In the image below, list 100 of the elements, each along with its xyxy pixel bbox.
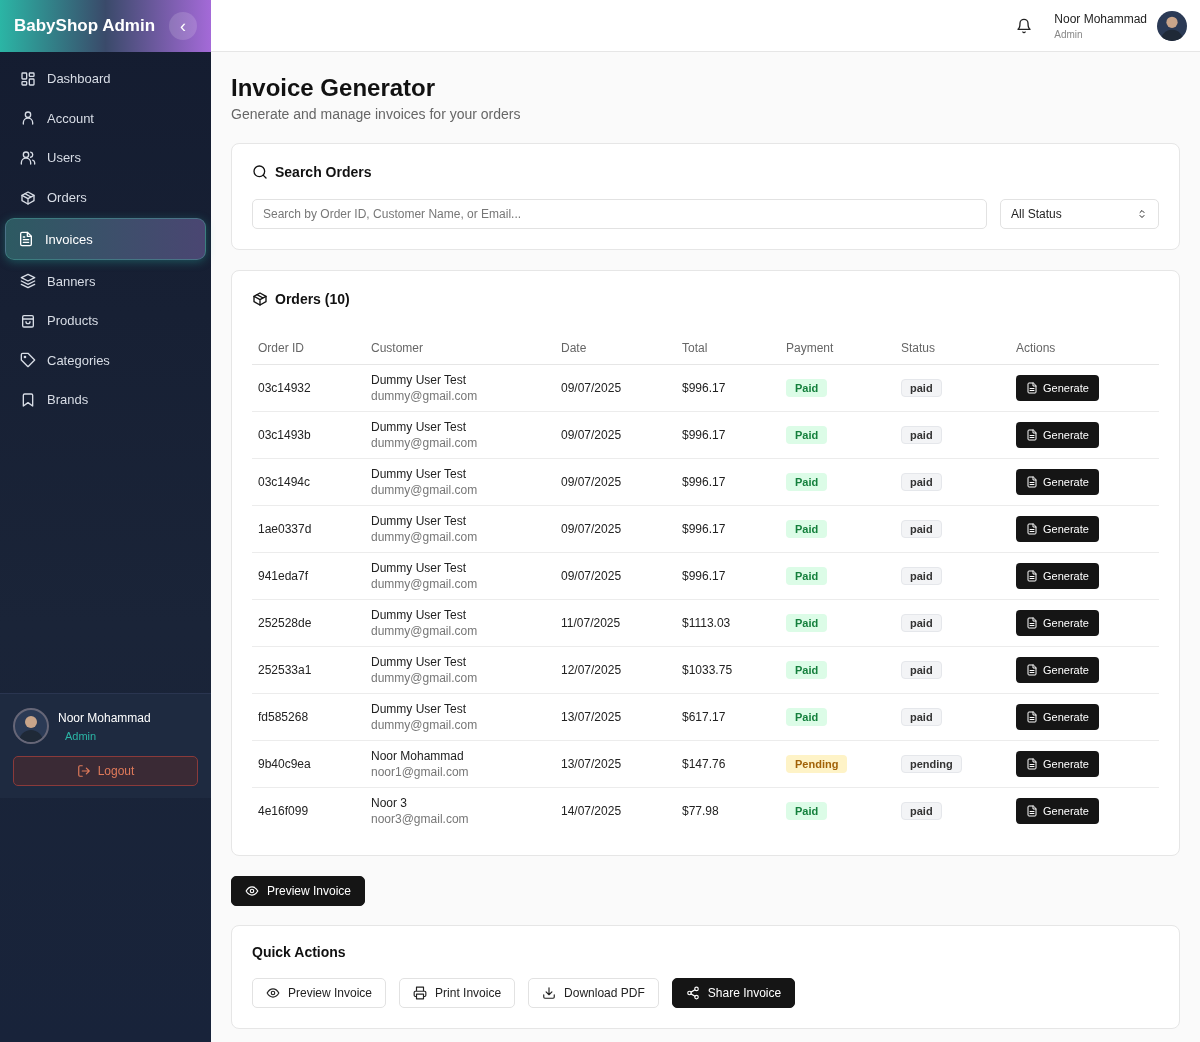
customer-name: Dummy User Test <box>371 467 468 481</box>
column-header: Order ID <box>252 331 365 365</box>
customer-name: Noor Mohammad <box>371 749 465 763</box>
order-id: 252528de <box>258 616 312 630</box>
search-field[interactable]: Search by Order ID, Customer Name, or Email... <box>252 199 987 229</box>
column-header: Actions <box>1010 331 1159 365</box>
generate-button[interactable]: Generate <box>1016 704 1099 730</box>
card-title: Search Orders <box>275 164 372 180</box>
payment-tag: Pending <box>786 755 848 773</box>
status-tag: paid <box>901 614 942 632</box>
nav-item[interactable]: Brands <box>5 381 206 419</box>
generate-button[interactable]: Generate <box>1016 610 1099 636</box>
customer-name: Dummy User Test <box>371 373 468 387</box>
nav-item[interactable]: Users <box>5 139 206 177</box>
order-date: 09/07/2025 <box>561 522 622 536</box>
user-role: Admin <box>65 729 98 742</box>
order-id: 03c1493b <box>258 428 311 442</box>
order-total: $1033.75 <box>682 663 733 677</box>
nav-item[interactable]: Products <box>5 301 206 340</box>
document-icon <box>18 231 34 248</box>
share-icon <box>685 985 700 1000</box>
print-invoice-button[interactable]: Print Invoice <box>399 977 516 1008</box>
user-name: Noor Mohammad <box>1054 11 1147 26</box>
order-total: $147.76 <box>682 757 726 771</box>
nav-item[interactable]: Banners <box>5 262 206 300</box>
nav-item[interactable]: Invoices <box>5 218 206 261</box>
share-invoice-button[interactable]: Share Invoice <box>671 977 796 1008</box>
order-id: 9b40c9ea <box>258 757 311 771</box>
status-filter-dropdown[interactable]: All Status <box>1000 199 1159 229</box>
order-id: 4e16f099 <box>258 804 309 819</box>
user-role: Admin <box>1054 28 1084 40</box>
order-total: $1113.03 <box>682 616 731 630</box>
download-icon <box>542 985 557 1000</box>
payment-tag: Paid <box>786 661 828 679</box>
document-icon <box>1026 476 1038 488</box>
document-icon <box>1026 711 1038 723</box>
payment-tag: Paid <box>786 802 828 821</box>
generate-button[interactable]: Generate <box>1016 516 1099 542</box>
generate-button[interactable]: Generate <box>1016 657 1099 683</box>
collapse-button[interactable]: ‹ <box>169 12 197 40</box>
nav-item[interactable]: Dashboard <box>5 60 206 98</box>
status-tag: paid <box>901 379 942 397</box>
column-header: Status <box>895 331 1010 365</box>
order-id: 03c1494c <box>258 475 311 489</box>
layers-icon <box>20 273 36 290</box>
payment-tag: Paid <box>786 473 828 491</box>
customer-name: Dummy User Test <box>371 655 468 669</box>
order-total: $996.17 <box>682 381 726 395</box>
customer-email: dummy@gmail.com <box>371 483 479 497</box>
order-date: 13/07/2025 <box>561 710 622 724</box>
avatar <box>13 708 49 744</box>
logout-button[interactable]: Logout <box>13 756 198 786</box>
column-header: Customer <box>365 331 555 365</box>
package-icon <box>252 291 268 307</box>
order-date: 09/07/2025 <box>561 381 622 395</box>
nav-item[interactable]: Categories <box>5 341 206 380</box>
tag-icon <box>20 352 36 369</box>
printer-icon <box>413 985 428 1000</box>
download-pdf-button[interactable]: Download PDF <box>528 977 659 1008</box>
order-id: 03c14932 <box>258 381 311 395</box>
order-total: $996.17 <box>682 522 726 536</box>
order-date: 09/07/2025 <box>561 569 622 583</box>
order-date: 09/07/2025 <box>561 428 622 442</box>
payment-tag: Paid <box>786 708 828 726</box>
document-icon <box>1026 570 1038 582</box>
generate-button[interactable]: Generate <box>1016 469 1099 495</box>
order-total: $996.17 <box>682 475 726 489</box>
status-tag: paid <box>901 708 942 726</box>
generate-button[interactable]: Generate <box>1016 751 1099 777</box>
document-icon <box>1026 664 1038 676</box>
customer-email: dummy@gmail.com <box>371 436 479 450</box>
customer-email: dummy@gmail.com <box>371 718 479 732</box>
preview-invoice-button[interactable]: Preview Invoice <box>252 977 387 1008</box>
document-icon <box>1026 382 1038 394</box>
order-date: 09/07/2025 <box>561 475 622 489</box>
document-icon <box>1026 523 1038 535</box>
user-icon <box>20 110 36 127</box>
order-id: 252533a1 <box>258 663 312 677</box>
preview-invoice-button[interactable]: Preview Invoice <box>231 875 366 906</box>
payment-tag: Paid <box>786 614 828 632</box>
generate-button[interactable]: Generate <box>1016 422 1099 448</box>
generate-button[interactable]: Generate <box>1016 375 1099 401</box>
shopping-bag-icon <box>20 312 36 329</box>
customer-email: dummy@gmail.com <box>371 671 479 685</box>
payment-tag: Paid <box>786 520 828 538</box>
customer-name: Dummy User Test <box>371 514 468 528</box>
payment-tag: Paid <box>786 379 828 397</box>
customer-name: Dummy User Test <box>371 608 468 622</box>
customer-name: Dummy User Test <box>371 420 468 434</box>
nav-item[interactable]: Orders <box>5 178 206 217</box>
order-date: 11/07/2025 <box>561 616 621 630</box>
page-subtitle: Generate and manage invoices for your orders <box>231 106 521 122</box>
column-header: Date <box>555 331 676 365</box>
order-id: 1ae0337d <box>258 522 312 536</box>
order-date: 12/07/2025 <box>561 663 622 677</box>
generate-button[interactable]: Generate <box>1016 563 1099 589</box>
nav-item[interactable]: Account <box>5 99 206 138</box>
generate-button[interactable]: Generate <box>1016 798 1099 825</box>
order-total: $617.17 <box>682 710 726 724</box>
document-icon <box>1026 758 1038 770</box>
